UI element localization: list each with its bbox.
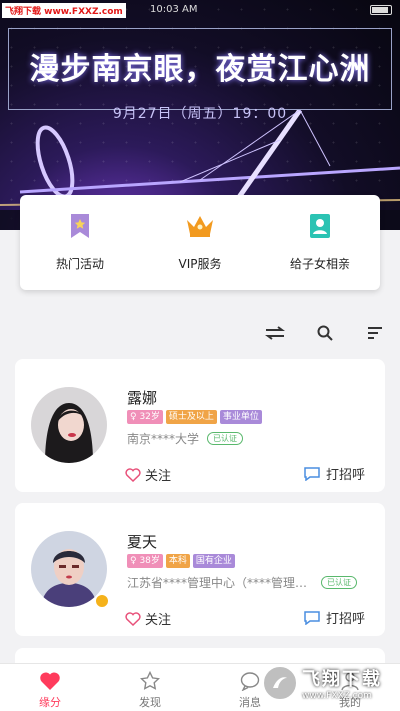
chat-bubble-icon [304, 610, 320, 625]
watermark-logo-url: www.FXXZ.com [302, 691, 372, 701]
greet-button[interactable]: 打招呼 [304, 608, 365, 627]
verified-badge: 已认证 [321, 576, 357, 589]
battery-icon [370, 5, 392, 15]
follow-button[interactable]: 关注 [125, 609, 171, 628]
greet-label: 打招呼 [325, 468, 365, 483]
occupation-tag: 事业单位 [219, 410, 262, 424]
profile-school: 江苏省****管理中心（****管理… [127, 576, 308, 590]
profile-tags: ♀ 38岁 本科 国有企业 [127, 554, 235, 568]
star-icon [140, 671, 160, 690]
switch-icon[interactable] [264, 322, 286, 344]
follow-label: 关注 [145, 469, 172, 484]
sort-icon[interactable] [364, 322, 386, 344]
quick-item-hot-events[interactable]: 热门活动 [20, 195, 140, 290]
banner-subtitle: 9月27日（周五）19：00 [112, 106, 288, 122]
follow-label: 关注 [145, 613, 172, 628]
quick-item-label: 给子女相亲 [289, 257, 350, 271]
bookmark-star-icon [65, 211, 95, 241]
education-tag: 硕士及以上 [165, 410, 217, 424]
profile-tags: ♀ 32岁 硕士及以上 事业单位 [127, 410, 262, 424]
education-tag: 本科 [165, 554, 190, 568]
profile-card[interactable]: 夏天 ♀ 38岁 本科 国有企业 江苏省****管理中心（****管理… 已认证… [15, 503, 385, 636]
chat-icon [240, 672, 260, 691]
status-time: 10:03 AM [150, 4, 198, 15]
quick-item-vip[interactable]: VIP服务 [140, 195, 260, 290]
heart-outline-icon [125, 467, 141, 482]
profile-school: 南京****大学 [127, 432, 200, 446]
crown-icon [185, 211, 215, 241]
watermark-logo-main: 飞翔下载 [302, 669, 382, 690]
heart-outline-icon [125, 611, 141, 626]
follow-button[interactable]: 关注 [125, 465, 171, 484]
tab-label: 消息 [239, 696, 261, 709]
tab-label: 缘分 [39, 696, 61, 709]
banner-title: 漫步南京眼，夜赏江心洲 [29, 52, 371, 87]
tab-label: 发现 [139, 696, 161, 709]
age-tag: ♀ 38岁 [127, 554, 163, 568]
greet-label: 打招呼 [325, 612, 365, 627]
quick-item-label: 热门活动 [55, 257, 104, 271]
chat-bubble-icon [304, 466, 320, 481]
avatar[interactable] [31, 387, 107, 463]
quick-menu: 热门活动 VIP服务 给子女相亲 [20, 195, 380, 290]
contact-card-icon [305, 211, 335, 241]
greet-button[interactable]: 打招呼 [304, 464, 365, 483]
profile-card[interactable]: 露娜 ♀ 32岁 硕士及以上 事业单位 南京****大学 已认证 关注 打招呼 [15, 359, 385, 492]
occupation-tag: 国有企业 [192, 554, 235, 568]
watermark-logo-text: 飞翔下载 www.FXXZ.com [302, 665, 382, 701]
quick-item-label: VIP服务 [178, 257, 222, 271]
age-tag: ♀ 32岁 [127, 410, 163, 424]
search-icon[interactable] [314, 322, 336, 344]
verified-badge: 已认证 [207, 432, 243, 445]
watermark-text: 飞翔下载 www.FXXZ.com [2, 3, 126, 18]
watermark-logo-icon [262, 665, 298, 701]
profile-name: 露娜 [127, 389, 158, 407]
watermark-logo: 飞翔下载 www.FXXZ.com [262, 663, 398, 703]
heart-icon [40, 672, 60, 690]
tab-discover[interactable]: 发现 [100, 664, 200, 711]
quick-item-children-matchmaking[interactable]: 给子女相亲 [260, 195, 380, 290]
vip-crown-badge-icon [94, 593, 110, 609]
profile-name: 夏天 [127, 533, 158, 551]
tab-fate[interactable]: 缘分 [0, 664, 100, 711]
list-toolbar [264, 322, 386, 344]
